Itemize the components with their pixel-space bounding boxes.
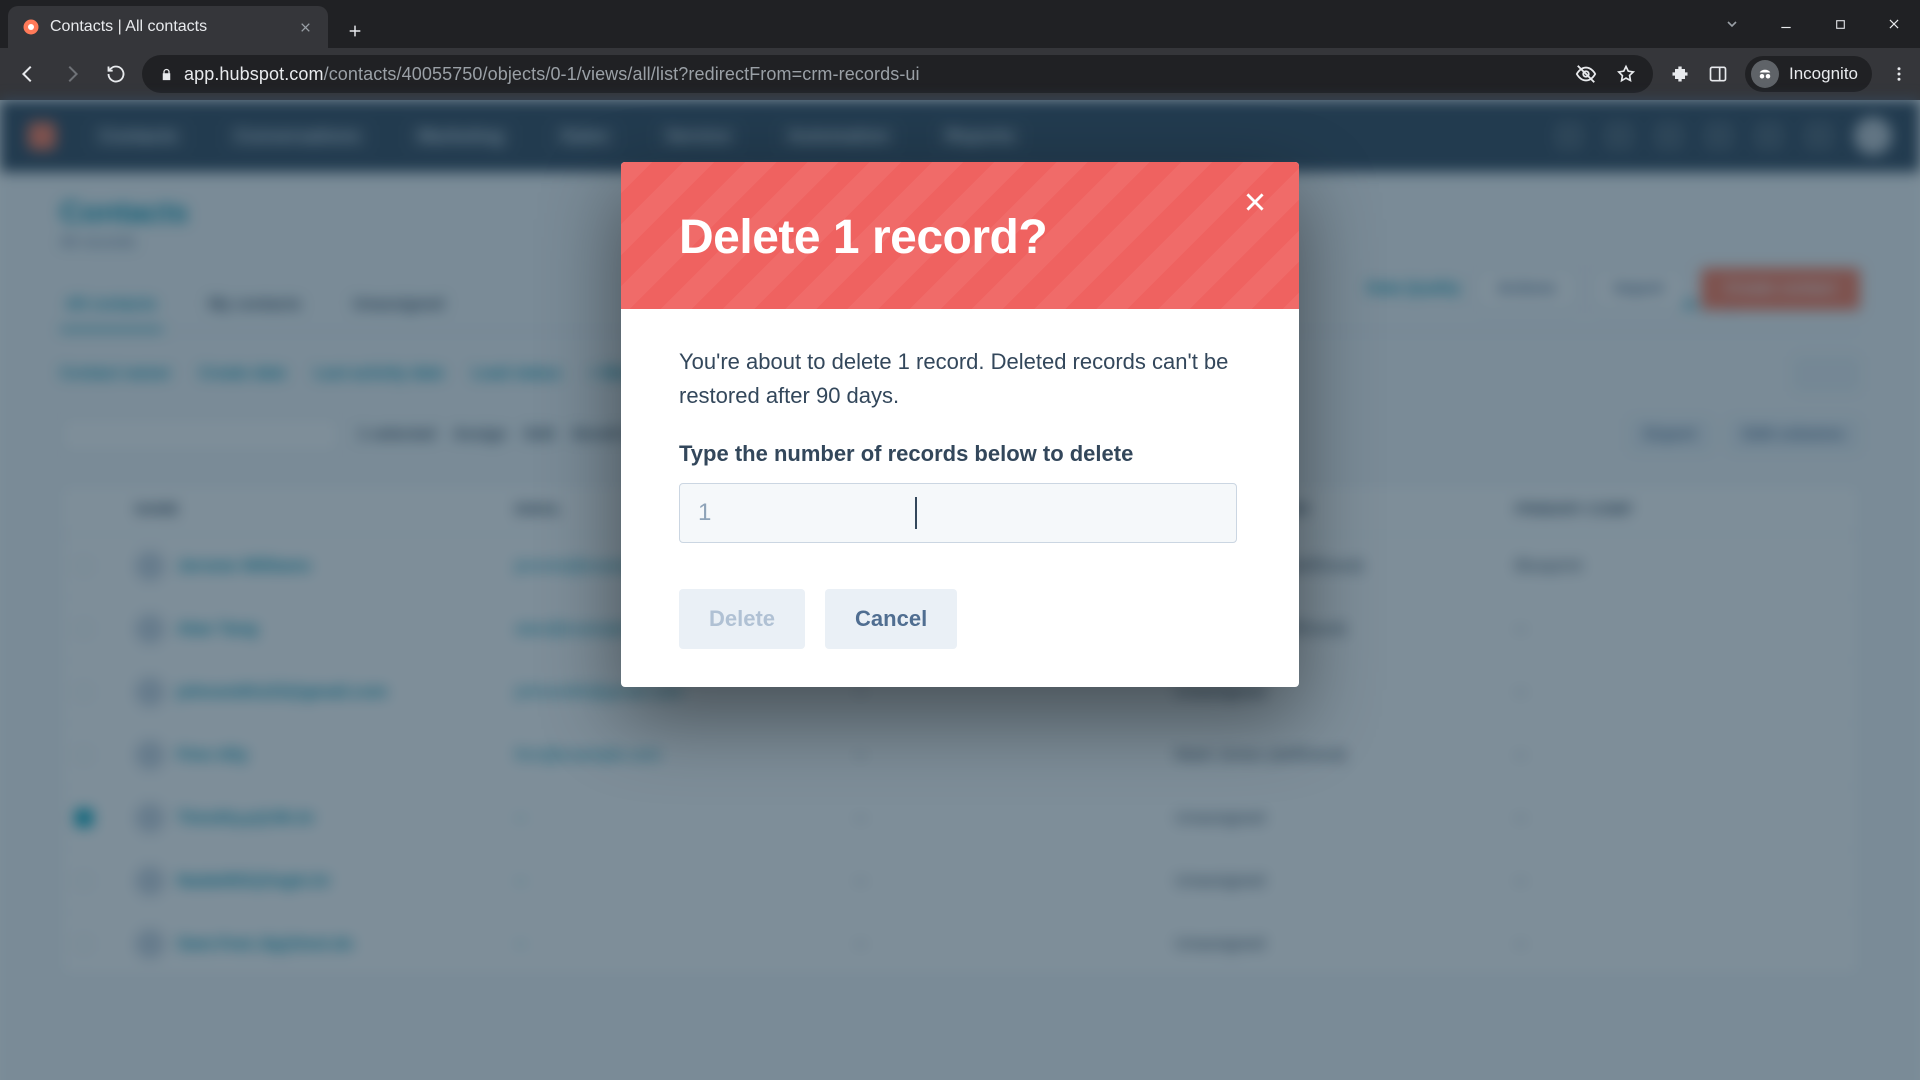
address-bar[interactable]: app.hubspot.com/contacts/40055750/object… bbox=[142, 55, 1653, 93]
maximize-window-button[interactable] bbox=[1814, 4, 1866, 44]
browser-chrome: Contacts | All contacts bbox=[0, 0, 1920, 100]
reload-button[interactable] bbox=[98, 56, 134, 92]
modal-actions: Delete Cancel bbox=[679, 589, 1241, 649]
modal-close-button[interactable] bbox=[1237, 184, 1273, 220]
side-panel-icon[interactable] bbox=[1707, 63, 1729, 85]
confirm-count-input[interactable] bbox=[679, 483, 1237, 543]
lock-icon bbox=[158, 66, 174, 82]
text-cursor-icon bbox=[915, 497, 917, 529]
modal-message: You're about to delete 1 record. Deleted… bbox=[679, 345, 1241, 413]
forward-button[interactable] bbox=[54, 56, 90, 92]
modal-body: You're about to delete 1 record. Deleted… bbox=[621, 309, 1299, 687]
bookmark-star-icon[interactable] bbox=[1615, 63, 1637, 85]
close-window-button[interactable] bbox=[1868, 4, 1920, 44]
browser-toolbar: app.hubspot.com/contacts/40055750/object… bbox=[0, 48, 1920, 100]
window-controls bbox=[1706, 0, 1920, 48]
eye-off-icon[interactable] bbox=[1575, 63, 1597, 85]
hubspot-favicon-icon bbox=[22, 18, 40, 36]
back-button[interactable] bbox=[10, 56, 46, 92]
url-text: app.hubspot.com/contacts/40055750/object… bbox=[184, 64, 920, 85]
tab-strip: Contacts | All contacts bbox=[0, 0, 1920, 48]
new-tab-button[interactable] bbox=[338, 14, 372, 48]
delete-button[interactable]: Delete bbox=[679, 589, 805, 649]
toolbar-right: Incognito bbox=[1661, 56, 1910, 92]
modal-input-label: Type the number of records below to dele… bbox=[679, 441, 1241, 467]
incognito-label: Incognito bbox=[1789, 64, 1858, 84]
extensions-icon[interactable] bbox=[1669, 63, 1691, 85]
tab-title: Contacts | All contacts bbox=[50, 18, 286, 36]
incognito-indicator[interactable]: Incognito bbox=[1745, 56, 1872, 92]
close-tab-icon[interactable] bbox=[296, 18, 314, 36]
url-path: /contacts/40055750/objects/0-1/views/all… bbox=[324, 64, 920, 84]
modal-header: Delete 1 record? bbox=[621, 162, 1299, 309]
incognito-icon bbox=[1751, 60, 1779, 88]
browser-tab[interactable]: Contacts | All contacts bbox=[8, 6, 328, 48]
url-host: app.hubspot.com bbox=[184, 64, 324, 84]
tab-search-button[interactable] bbox=[1706, 4, 1758, 44]
kebab-menu-icon[interactable] bbox=[1888, 63, 1910, 85]
delete-record-modal: Delete 1 record? You're about to delete … bbox=[621, 162, 1299, 687]
cancel-button[interactable]: Cancel bbox=[825, 589, 957, 649]
omnibox-actions bbox=[1575, 63, 1637, 85]
modal-title: Delete 1 record? bbox=[679, 210, 1241, 265]
page-viewport: Contacts Conversations Marketing Sales S… bbox=[0, 100, 1920, 1080]
minimize-window-button[interactable] bbox=[1760, 4, 1812, 44]
